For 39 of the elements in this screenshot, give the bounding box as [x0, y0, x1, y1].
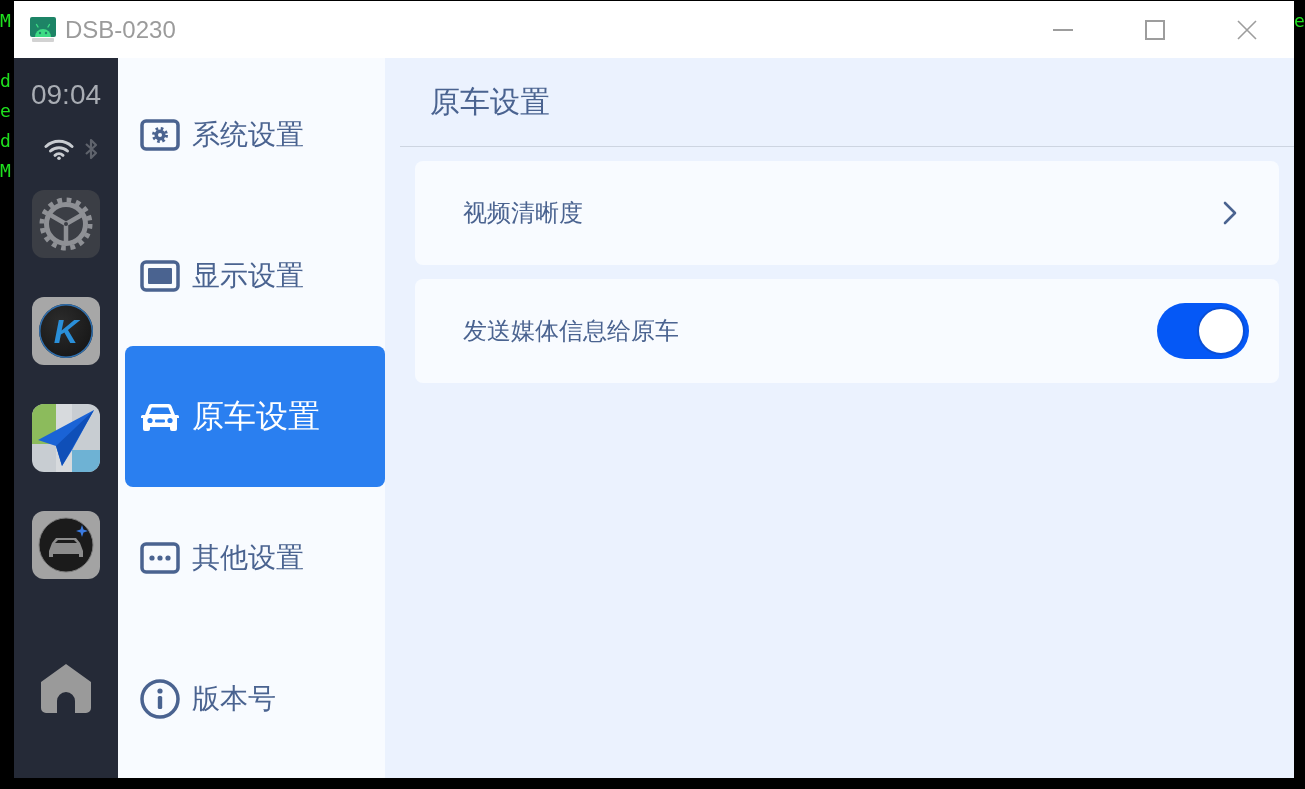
gear-icon [140, 118, 180, 151]
home-icon [40, 663, 92, 713]
chevron-right-icon [1222, 201, 1238, 225]
bluetooth-icon [84, 137, 98, 161]
terminal-text: e [1294, 9, 1305, 33]
row-label: 视频清晰度 [463, 198, 583, 228]
paper-plane-map-icon [32, 404, 100, 472]
terminal-text: M [0, 159, 12, 183]
terminal-text: d [0, 69, 12, 93]
home-button[interactable] [40, 663, 92, 713]
row-label: 发送媒体信息给原车 [463, 316, 679, 346]
display-icon [140, 259, 180, 292]
terminal-text: e [0, 99, 12, 123]
toggle-switch[interactable] [1157, 303, 1249, 359]
nav-item[interactable]: 原车设置 [125, 346, 385, 487]
close-icon [1237, 19, 1257, 40]
nav-item[interactable]: 其他设置 [125, 487, 385, 628]
wifi-icon [44, 138, 74, 160]
nav-item[interactable]: 系统设置 [125, 64, 385, 205]
navigation-app-button[interactable] [32, 404, 100, 472]
car-app-button[interactable] [32, 511, 100, 579]
more-dots-icon [140, 541, 180, 574]
k-app-button[interactable]: K [32, 297, 100, 365]
terminal-text: d [0, 129, 12, 153]
page-title: 原车设置 [429, 83, 551, 120]
settings-row[interactable]: 视频清晰度 [415, 161, 1279, 265]
app-logo: K [39, 304, 93, 358]
car-icon [32, 511, 100, 579]
clock-text: 09:04 [30, 78, 102, 112]
minimize-icon [1053, 28, 1073, 31]
settings-app-button[interactable] [32, 190, 100, 258]
info-icon [140, 678, 180, 719]
maximize-icon [1145, 19, 1165, 40]
gear-icon [32, 190, 100, 258]
window-title: DSB-0230 [65, 15, 176, 44]
nav-item[interactable]: 版本号 [125, 628, 385, 769]
android-monitor-icon [29, 15, 57, 44]
nav-item[interactable]: 显示设置 [125, 205, 385, 346]
terminal-text: M [0, 9, 12, 33]
